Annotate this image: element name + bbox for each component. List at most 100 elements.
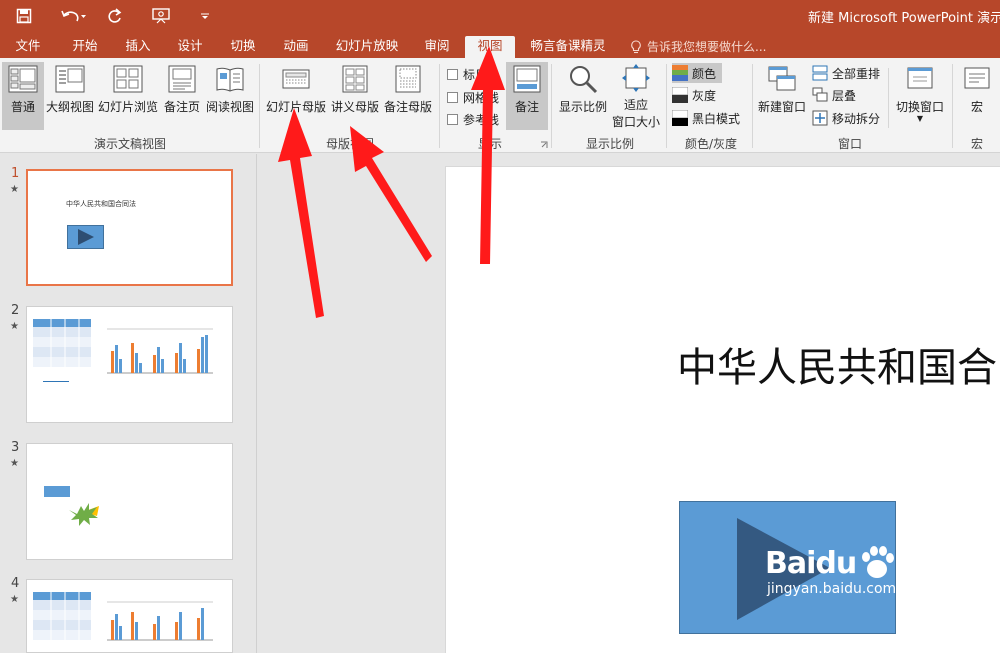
- color-icon: [672, 65, 688, 81]
- lightbulb-icon: [631, 40, 641, 54]
- customize-icon[interactable]: [196, 4, 214, 28]
- slide-thumbnail-3[interactable]: [26, 443, 233, 560]
- group-macros-label: 宏: [970, 137, 983, 151]
- switch-window-button[interactable]: 切换窗口 ▼: [892, 62, 948, 130]
- slide-master-icon: [279, 62, 313, 96]
- title-bar: 新建 Microsoft PowerPoint 演示文: [0, 0, 1000, 32]
- tab-slideshow[interactable]: 幻灯片放映: [330, 36, 404, 58]
- group-presentation-views-label: 演示文稿视图: [93, 137, 166, 151]
- slide-number: 1: [11, 166, 20, 181]
- move-split-button[interactable]: 移动拆分: [812, 108, 880, 128]
- ruler-checkbox[interactable]: 标尺: [447, 66, 487, 83]
- gridlines-checkbox-box: [447, 92, 458, 103]
- grayscale-button[interactable]: 灰度: [672, 85, 716, 105]
- arrange-all-label: 全部重排: [832, 66, 881, 81]
- animation-star-icon: ★: [10, 594, 19, 605]
- redo-icon[interactable]: [102, 4, 128, 28]
- move-split-icon: [812, 110, 828, 126]
- thumb-shapes: [44, 486, 99, 526]
- group-color-label: 颜色/灰度: [684, 137, 738, 151]
- guides-label: 参考线: [463, 113, 500, 127]
- slide-number: 3: [11, 440, 20, 455]
- tab-changyan[interactable]: 畅言备课精灵: [524, 36, 612, 58]
- slide-number: 2: [11, 303, 20, 318]
- ruler-checkbox-box: [447, 69, 458, 80]
- tab-view[interactable]: 视图: [465, 36, 515, 58]
- animation-star-icon: ★: [10, 458, 19, 469]
- slide-thumbnail-1[interactable]: 中华人民共和国合同法: [26, 169, 233, 286]
- group-window-label: 窗口: [837, 137, 862, 151]
- fit-window-icon: [619, 62, 653, 94]
- fit-window-line1: 适应: [623, 98, 648, 112]
- tab-transitions[interactable]: 切换: [223, 36, 263, 58]
- notes-page-icon: [165, 62, 199, 96]
- cascade-label: 层叠: [832, 88, 857, 103]
- group-separator: [752, 64, 753, 148]
- gridlines-checkbox[interactable]: 网格线: [447, 89, 499, 106]
- reading-view-button[interactable]: 阅读视图: [204, 62, 256, 130]
- notes-toggle-button[interactable]: 备注: [506, 62, 548, 130]
- dialog-launcher-icon[interactable]: [540, 138, 548, 152]
- ribbon-tabs: 文件 开始 插入 设计 切换 动画 幻灯片放映 审阅 视图 畅言备课精灵 告诉我…: [0, 32, 1000, 58]
- undo-icon[interactable]: [56, 4, 90, 28]
- slide-thumbnail-4[interactable]: [26, 579, 233, 653]
- arrange-all-icon: [812, 65, 828, 81]
- notes-master-button[interactable]: 备注母版: [382, 62, 434, 130]
- new-window-label: 新建窗口: [757, 100, 806, 114]
- zoom-button[interactable]: 显示比例: [556, 62, 610, 130]
- present-icon[interactable]: [148, 4, 174, 28]
- cascade-icon: [812, 87, 828, 102]
- notes-master-icon: [391, 62, 425, 96]
- grayscale-label: 灰度: [692, 88, 717, 103]
- color-mode-button[interactable]: 颜色: [672, 63, 723, 83]
- new-window-icon: [765, 62, 799, 96]
- slide-sorter-button[interactable]: 幻灯片浏览: [97, 62, 159, 130]
- slide-master-button[interactable]: 幻灯片母版: [264, 62, 328, 130]
- macros-button[interactable]: 宏: [955, 62, 999, 130]
- thumb-video-shape: [67, 225, 104, 249]
- cascade-button[interactable]: 层叠: [812, 85, 856, 105]
- switch-window-icon: [903, 62, 937, 96]
- tell-me-placeholder: 告诉我您想要做什么...: [647, 40, 767, 54]
- outline-view-icon: [53, 62, 87, 96]
- group-separator: [439, 64, 440, 148]
- handout-master-button[interactable]: 讲义母版: [330, 62, 380, 130]
- reading-view-label: 阅读视图: [205, 100, 254, 114]
- slide-master-label: 幻灯片母版: [265, 100, 326, 114]
- black-white-button[interactable]: 黑白模式: [672, 108, 740, 128]
- tab-design[interactable]: 设计: [170, 36, 210, 58]
- slide-title-text[interactable]: 中华人民共和国合: [677, 335, 997, 393]
- normal-view-button[interactable]: 普通: [2, 62, 44, 130]
- animation-star-icon: ★: [10, 321, 19, 332]
- macros-label: 宏: [970, 100, 983, 114]
- slide-sorter-label: 幻灯片浏览: [97, 100, 158, 114]
- fit-window-button[interactable]: 适应 窗口大小: [610, 62, 662, 130]
- switch-window-label: 切换窗口: [895, 100, 944, 114]
- tab-review[interactable]: 审阅: [418, 36, 456, 58]
- tab-animations[interactable]: 动画: [276, 36, 316, 58]
- group-separator: [259, 64, 260, 148]
- outline-view-button[interactable]: 大纲视图: [44, 62, 96, 130]
- guides-checkbox[interactable]: 参考线: [447, 111, 499, 128]
- move-split-label: 移动拆分: [832, 111, 881, 126]
- tab-insert[interactable]: 插入: [118, 36, 158, 58]
- grayscale-icon: [672, 87, 688, 103]
- group-master-views-label: 母版视图: [325, 137, 374, 151]
- arrange-all-button[interactable]: 全部重排: [812, 63, 880, 83]
- tab-home[interactable]: 开始: [64, 36, 106, 58]
- tab-file[interactable]: 文件: [8, 36, 48, 58]
- group-show-label: 显示: [477, 137, 502, 151]
- handout-master-label: 讲义母版: [330, 100, 379, 114]
- notes-page-button[interactable]: 备注页: [160, 62, 204, 130]
- new-window-button[interactable]: 新建窗口: [756, 62, 808, 130]
- tell-me-box[interactable]: 告诉我您想要做什么...: [630, 36, 766, 58]
- slide-thumbnail-2[interactable]: [26, 306, 233, 423]
- save-icon[interactable]: [10, 4, 38, 28]
- group-separator: [952, 64, 953, 148]
- group-zoom-label: 显示比例: [585, 137, 634, 151]
- ruler-label: 标尺: [463, 68, 488, 82]
- macros-icon: [960, 62, 994, 96]
- reading-view-icon: [213, 62, 247, 96]
- fit-window-line2: 窗口大小: [611, 115, 660, 129]
- black-white-label: 黑白模式: [692, 111, 741, 126]
